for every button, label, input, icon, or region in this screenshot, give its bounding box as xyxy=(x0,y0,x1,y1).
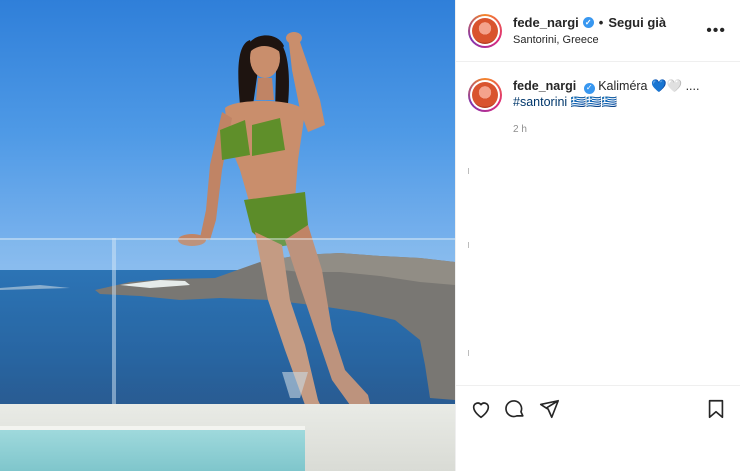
caption-body: Kaliméra 💙🤍 .... xyxy=(598,79,700,93)
glass-railing xyxy=(0,238,455,406)
verified-badge-icon: ✓ xyxy=(583,82,595,94)
avatar[interactable] xyxy=(468,13,502,48)
avatar[interactable] xyxy=(468,78,502,112)
heart-icon[interactable] xyxy=(470,398,492,420)
hashtag-link[interactable]: #santorini 🇬🇷🇬🇷🇬🇷 xyxy=(513,95,617,109)
pool xyxy=(0,426,305,471)
caption-username[interactable]: fede_nargi xyxy=(513,79,576,93)
follow-button[interactable]: Segui già xyxy=(608,15,666,30)
action-bar xyxy=(456,385,740,471)
separator-dot: • xyxy=(598,15,604,30)
post-header: fede_nargi ✓ • Segui già Santorini, Gree… xyxy=(456,0,740,62)
more-options-icon[interactable]: ••• xyxy=(706,22,726,40)
header-text: fede_nargi ✓ • Segui già Santorini, Gree… xyxy=(513,15,706,46)
location-link[interactable]: Santorini, Greece xyxy=(513,34,706,46)
post-sidebar: fede_nargi ✓ • Segui già Santorini, Gree… xyxy=(455,0,740,471)
comment-icon[interactable] xyxy=(504,398,526,420)
username-link[interactable]: fede_nargi xyxy=(513,15,579,30)
share-icon[interactable] xyxy=(538,398,560,420)
post-photo[interactable] xyxy=(0,0,455,471)
verified-badge-icon: ✓ xyxy=(582,17,594,28)
caption-text: fede_nargi ✓ Kaliméra 💙🤍 .... #santorini… xyxy=(513,78,699,138)
post-time: 2 h xyxy=(513,124,527,135)
instagram-post: fede_nargi ✓ • Segui già Santorini, Gree… xyxy=(0,0,740,471)
caption-comment: fede_nargi ✓ Kaliméra 💙🤍 .... #santorini… xyxy=(456,62,740,138)
bookmark-icon[interactable] xyxy=(705,398,727,420)
railing-post xyxy=(112,238,116,406)
